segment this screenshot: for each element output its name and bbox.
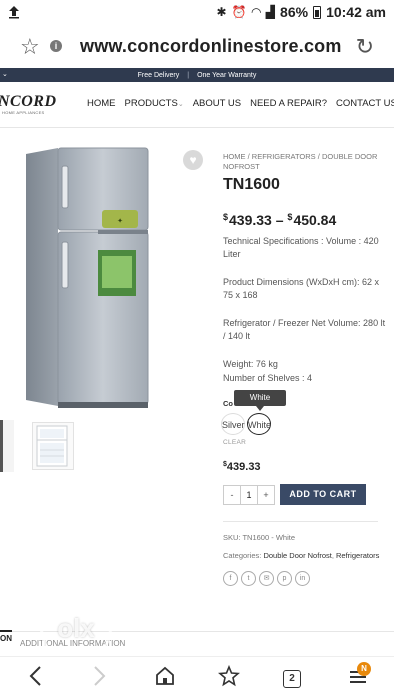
pinterest-icon[interactable]: p bbox=[277, 571, 292, 586]
quantity-stepper: - 1 + bbox=[223, 485, 275, 505]
share-buttons: f t ✉ p in bbox=[223, 571, 310, 586]
reload-icon[interactable]: ↻ bbox=[356, 34, 374, 60]
tabs-count-button[interactable]: 2 bbox=[283, 670, 301, 688]
sku-value: TN1600 - White bbox=[242, 533, 295, 542]
twitter-icon[interactable]: t bbox=[241, 571, 256, 586]
bluetooth-icon: ✱ bbox=[216, 5, 227, 19]
status-bar: ✱ ⏰ ◠ ▟ 86% 10:42 am bbox=[0, 0, 394, 26]
home-icon[interactable] bbox=[155, 665, 175, 692]
nav-about-us[interactable]: ABOUT US bbox=[193, 98, 241, 109]
price-low: 439.33 bbox=[229, 212, 272, 228]
breadcrumb-separator: / bbox=[247, 152, 250, 161]
variant-price: $439.33 bbox=[223, 461, 261, 473]
chevron-down-icon[interactable]: ⌄ bbox=[2, 70, 8, 78]
category-link-double-door-nofrost[interactable]: Double Door Nofrost bbox=[263, 551, 331, 560]
bookmarks-star-icon[interactable] bbox=[218, 664, 240, 692]
promo-warranty: One Year Warranty bbox=[197, 71, 257, 79]
quantity-increase-button[interactable]: + bbox=[258, 486, 274, 504]
divider bbox=[223, 521, 378, 522]
battery-percent: 86% bbox=[280, 4, 309, 20]
svg-text:✦: ✦ bbox=[117, 217, 123, 225]
wifi-icon: ◠ bbox=[251, 5, 261, 19]
bookmark-star-icon[interactable]: ☆ bbox=[20, 34, 40, 60]
categories-label: Categories: bbox=[223, 551, 262, 560]
category-link-refrigerators[interactable]: Refrigerators bbox=[336, 551, 379, 560]
quantity-input[interactable]: 1 bbox=[240, 486, 258, 504]
upload-icon bbox=[8, 5, 20, 19]
olx-watermark: olx bbox=[40, 592, 112, 664]
price-high: 450.84 bbox=[293, 212, 337, 228]
clock: 10:42 am bbox=[326, 4, 386, 20]
sku-label: SKU: bbox=[223, 533, 241, 542]
product-categories: Categories: Double Door Nofrost, Refrige… bbox=[223, 551, 379, 560]
linkedin-icon[interactable]: in bbox=[295, 571, 310, 586]
browser-bottom-nav: 2 N bbox=[0, 656, 394, 700]
swatch-white[interactable]: White bbox=[247, 413, 271, 435]
facebook-icon[interactable]: f bbox=[223, 571, 238, 586]
category-separator: , bbox=[331, 551, 334, 560]
breadcrumb-refrigerators[interactable]: REFRIGERATORS bbox=[252, 152, 316, 161]
color-label: Co bbox=[223, 399, 233, 408]
add-to-cart-button[interactable]: ADD TO CART bbox=[280, 484, 366, 505]
site-logo-subtitle: HOME APPLIANCES bbox=[2, 110, 45, 115]
spec-dimensions: Product Dimensions (WxDxH cm): 62 x 75 x… bbox=[223, 277, 380, 300]
spec-net-volume: Refrigerator / Freezer Net Volume: 280 l… bbox=[223, 318, 386, 341]
alarm-icon: ⏰ bbox=[231, 5, 247, 19]
nav-products[interactable]: PRODUCTS⌄ bbox=[125, 98, 184, 109]
thumbnail-1[interactable] bbox=[0, 420, 14, 472]
main-nav: HOME PRODUCTS⌄ ABOUT US NEED A REPAIR? C… bbox=[87, 98, 394, 109]
breadcrumb: HOME / REFRIGERATORS / DOUBLE DOOR NOFRO… bbox=[223, 152, 383, 172]
price-separator: – bbox=[275, 212, 284, 228]
browser-url-bar: ☆ i www.concordonlinestore.com ↻ bbox=[0, 28, 394, 66]
currency-symbol: $ bbox=[287, 212, 293, 222]
site-header: NCORD HOME APPLIANCES HOME PRODUCTS⌄ ABO… bbox=[0, 84, 394, 128]
spec-shelves: Number of Shelves : 4 bbox=[223, 373, 313, 383]
wishlist-heart-icon[interactable]: ♥ bbox=[183, 150, 203, 170]
product-image[interactable]: ✦ bbox=[22, 144, 152, 419]
spec-weight: Weight: 76 kg bbox=[223, 359, 278, 369]
forward-icon[interactable] bbox=[93, 665, 107, 692]
quantity-decrease-button[interactable]: - bbox=[224, 486, 240, 504]
spec-volume: Technical Specifications : Volume : 420 … bbox=[223, 236, 379, 259]
nav-contact-us[interactable]: CONTACT US bbox=[336, 98, 394, 109]
promo-bar: ⌄ Free Delivery | One Year Warranty bbox=[0, 68, 394, 82]
thumbnail-2[interactable] bbox=[32, 422, 74, 470]
signal-icon: ▟ bbox=[265, 5, 276, 19]
breadcrumb-home[interactable]: HOME bbox=[223, 152, 246, 161]
nav-products-label: PRODUCTS bbox=[124, 98, 178, 109]
site-logo[interactable]: NCORD bbox=[0, 93, 57, 111]
clear-selection-link[interactable]: CLEAR bbox=[223, 439, 246, 446]
promo-free-delivery: Free Delivery bbox=[137, 71, 180, 79]
battery-icon bbox=[313, 5, 322, 19]
status-right: ✱ ⏰ ◠ ▟ 86% 10:42 am bbox=[217, 4, 386, 20]
variant-price-value: 439.33 bbox=[226, 461, 261, 473]
nav-need-repair[interactable]: NEED A REPAIR? bbox=[250, 98, 327, 109]
url-text[interactable]: www.concordonlinestore.com bbox=[80, 36, 342, 57]
currency-symbol: $ bbox=[223, 212, 229, 222]
breadcrumb-separator: / bbox=[317, 152, 320, 161]
menu-notification-badge: N bbox=[357, 662, 371, 676]
tab-description[interactable]: ON bbox=[0, 630, 12, 643]
swatch-silver[interactable]: Silver bbox=[221, 413, 245, 435]
product-thumbnails bbox=[0, 420, 210, 474]
product-title: TN1600 bbox=[223, 176, 280, 193]
price-range: $439.33 – $450.84 bbox=[223, 212, 336, 228]
swatch-tooltip: White bbox=[234, 390, 286, 411]
email-icon[interactable]: ✉ bbox=[259, 571, 274, 586]
promo-separator: | bbox=[187, 71, 190, 79]
chevron-down-icon: ⌄ bbox=[177, 101, 184, 108]
nav-home[interactable]: HOME bbox=[87, 98, 116, 109]
back-icon[interactable] bbox=[28, 665, 42, 692]
site-info-icon[interactable]: i bbox=[50, 40, 62, 52]
product-sku: SKU: TN1600 - White bbox=[223, 533, 295, 542]
